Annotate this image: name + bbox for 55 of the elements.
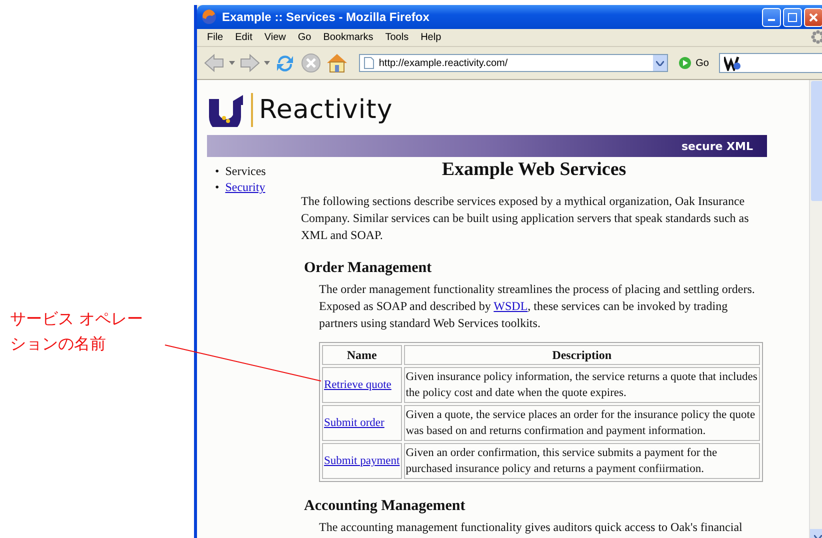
service-link[interactable]: Submit order [324,417,384,429]
caret-icon [814,534,822,538]
table-cell: Given a quote, the service places an order for the insurance policy the quote was based on and returns confirmation and payment information. [404,405,760,441]
close-icon [809,12,818,22]
logo-icon [207,93,245,127]
bullet: • [215,179,220,195]
section-paragraph: The accounting management functionality gives auditors quick access to Oak's financial [319,519,744,536]
menu-item[interactable]: View [258,32,292,43]
nav-link[interactable]: Security [225,179,266,195]
menu-item[interactable]: Bookmarks [317,32,380,43]
throbber-icon [811,30,822,44]
go-button[interactable]: Go [672,56,715,70]
address-field[interactable]: http://example.reactivity.com/ [358,54,668,72]
caret-icon[interactable] [228,61,235,65]
dropdown-button[interactable] [652,55,667,71]
menu-item[interactable]: Tools [379,32,415,43]
minimize-button[interactable] [762,8,781,26]
maximize-button[interactable] [783,8,802,26]
scrollbar[interactable] [809,80,822,538]
section-heading: Order Management [304,260,433,277]
column-header: Name [322,345,402,365]
page-icon [364,57,374,69]
scroll-thumb[interactable] [811,81,822,201]
window-title: Example :: Services - Mozilla Firefox [222,10,430,24]
section-paragraph: The order management functionality streamlines the process of placing and settling orders. Exposed as SOAP and described by WSDL, these services can be invoked by trading partners using standard Web Services toolkits. [319,281,756,332]
caret-icon[interactable] [264,61,270,65]
search-engine-icon [724,55,742,71]
page-heading: Example Web Services [440,159,628,181]
menu-item[interactable]: File [201,32,230,43]
play-icon [678,56,692,70]
table-cell: Given insurance policy information, the service returns a quote that includes the policy cost and date when the quote expires. [404,367,760,403]
menu-item[interactable]: Help [414,32,448,43]
bullet: • [215,163,220,179]
service-link[interactable]: Retrieve quote [324,379,392,391]
banner-text: secure XML [681,140,753,152]
nav-item[interactable]: Services [225,163,266,179]
menu-item[interactable]: Go [292,32,318,43]
maximize-icon [788,12,797,22]
service-link[interactable]: Submit payment [324,455,400,467]
wsdl-link[interactable]: WSDL [494,299,528,313]
stop-icon[interactable] [300,52,322,74]
back-arrow-icon[interactable] [203,53,225,73]
home-icon[interactable] [325,52,349,74]
close-button[interactable] [804,8,822,26]
minimize-icon [768,19,775,21]
annotation-label: サービス オペレーションの名前 [10,308,144,355]
intro-paragraph: The following sections describe services exposed by a mythical organization, Oak Insurance Company. Similar services can be built using application servers that speak standards such as XML and SOAP. [301,193,750,244]
menu-item[interactable]: Edit [229,32,258,43]
section-heading: Accounting Management [304,498,466,515]
caret-icon [656,60,664,66]
table-cell: Given an order confirmation, this service submits a payment for the purchased insurance policy and returns a payment confiirmation. [404,443,760,479]
search-field[interactable] [718,53,822,73]
logo-text: Reactivity [259,95,393,125]
column-header: Description [404,345,760,365]
forward-arrow-icon[interactable] [238,53,260,73]
